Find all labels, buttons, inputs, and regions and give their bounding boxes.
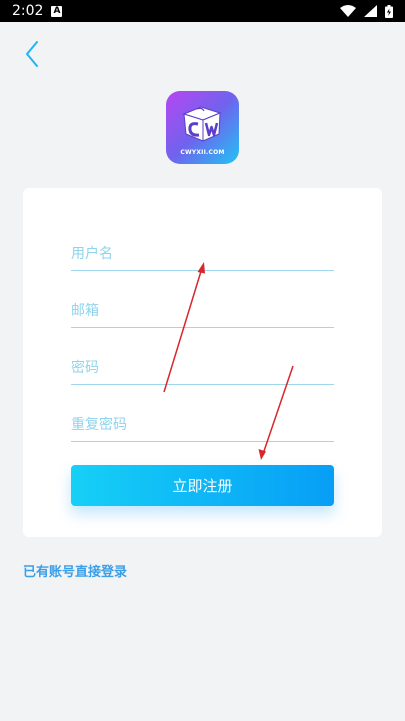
chevron-left-icon [26, 41, 38, 67]
notification-icon: A [51, 5, 63, 17]
app-logo: CWYXII.COM [166, 91, 239, 164]
wifi-icon [340, 5, 356, 17]
password-field [71, 354, 334, 385]
login-link[interactable]: 已有账号直接登录 [23, 561, 127, 580]
logo-text: CWYXII.COM [180, 149, 225, 156]
confirm-password-input[interactable] [71, 411, 334, 439]
email-input[interactable] [71, 297, 334, 325]
signal-icon [364, 5, 377, 17]
confirm-password-field [71, 411, 334, 442]
status-time: 2:02 [12, 3, 44, 19]
battery-icon [385, 4, 393, 18]
username-field [71, 240, 334, 271]
username-input[interactable] [71, 240, 334, 268]
status-bar: 2:02 A [0, 0, 405, 22]
register-button[interactable]: 立即注册 [71, 465, 334, 506]
register-card: 立即注册 [23, 188, 382, 537]
password-input[interactable] [71, 354, 334, 382]
back-button[interactable] [18, 38, 46, 70]
email-field [71, 297, 334, 328]
